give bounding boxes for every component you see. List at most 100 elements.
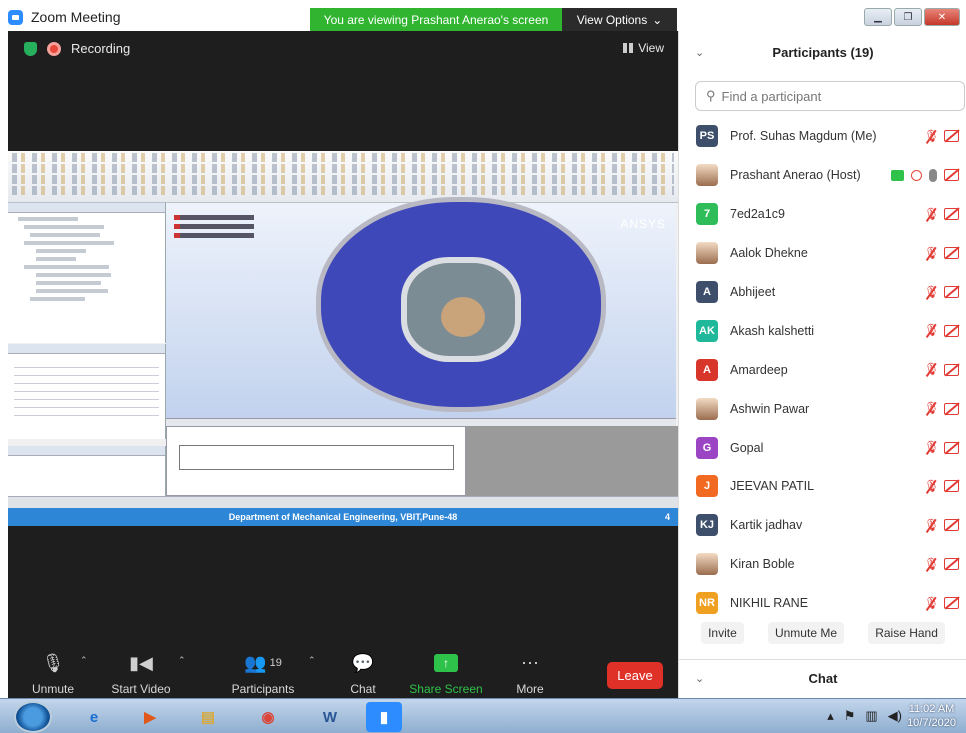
tray-expand-icon[interactable]: ▴ bbox=[827, 708, 834, 724]
volume-icon[interactable]: ◀) bbox=[888, 708, 902, 724]
participant-row[interactable]: PS Prof. Suhas Magdum (Me) 🎙 bbox=[679, 117, 966, 156]
start-video-button[interactable]: ▮◀ ⌃ Start Video bbox=[108, 651, 185, 697]
participant-row[interactable]: Prashant Anerao (Host) bbox=[679, 156, 966, 195]
participant-row[interactable]: KJ Kartik jadhav 🎙 bbox=[679, 506, 966, 545]
meeting-controls: 🎙 ⌃ Unmute ▮◀ ⌃ Start Video 👥 19 ⌃ Partic… bbox=[8, 651, 678, 698]
screen-share-status-icon bbox=[891, 169, 904, 181]
chevron-up-icon[interactable]: ⌃ bbox=[308, 655, 316, 666]
avatar: NR bbox=[696, 592, 718, 615]
participant-name: Kiran Boble bbox=[730, 557, 795, 572]
more-button[interactable]: ⋯ More bbox=[510, 651, 550, 697]
date: 10/7/2020 bbox=[907, 717, 956, 729]
microphone-icon bbox=[929, 168, 937, 182]
avatar: KJ bbox=[696, 514, 718, 537]
close-button[interactable]: ✕ bbox=[924, 8, 960, 26]
invite-button[interactable]: Invite bbox=[701, 622, 744, 644]
tabular-data-pane bbox=[466, 426, 678, 496]
camera-off-icon bbox=[944, 519, 959, 532]
start-button[interactable] bbox=[14, 701, 52, 733]
recording-status-icon bbox=[911, 169, 922, 181]
unmute-button[interactable]: 🎙 ⌃ Unmute bbox=[28, 651, 88, 697]
avatar: J bbox=[696, 475, 718, 498]
share-screen-button[interactable]: ↑ Share Screen bbox=[408, 651, 484, 696]
participants-button[interactable]: 👥 19 ⌃ Participants bbox=[230, 651, 316, 697]
chat-panel-header[interactable]: ⌄ Chat bbox=[679, 659, 966, 697]
pump-model bbox=[316, 197, 606, 412]
flag-icon[interactable]: ⚑ bbox=[844, 708, 856, 724]
microphone-muted-icon: 🎙 bbox=[41, 652, 65, 673]
participant-name: Amardeep bbox=[730, 362, 788, 377]
avatar bbox=[696, 164, 718, 187]
start-video-label: Start Video bbox=[111, 682, 171, 696]
participant-row[interactable]: Ashwin Pawar 🎙 bbox=[679, 389, 966, 428]
participant-row[interactable]: NR NIKHIL RANE 🎙 bbox=[679, 584, 966, 623]
participant-row[interactable]: Kiran Boble 🎙 bbox=[679, 545, 966, 584]
raise-hand-button[interactable]: Raise Hand bbox=[868, 622, 945, 644]
chrome-icon[interactable]: ◉ bbox=[246, 702, 290, 732]
participants-icon: 👥 19 bbox=[244, 652, 282, 673]
camera-off-icon bbox=[944, 130, 959, 143]
network-icon[interactable]: ▥ bbox=[865, 708, 877, 724]
graph-pane bbox=[166, 426, 466, 496]
participants-panel: ⌄ Participants (19) ⚲ Find a participant P… bbox=[678, 31, 966, 698]
camera-off-icon bbox=[944, 247, 959, 260]
view-label: View bbox=[638, 41, 664, 55]
department-label: Department of Mechanical Engineering, VB… bbox=[228, 512, 458, 522]
participant-name: Akash kalshetti bbox=[730, 323, 815, 338]
encryption-shield-icon[interactable] bbox=[24, 41, 37, 56]
word-icon[interactable]: W bbox=[308, 702, 352, 732]
clock[interactable]: 11:02 AM 10/7/2020 bbox=[907, 702, 956, 730]
participant-row[interactable]: 7 7ed2a1c9 🎙 bbox=[679, 195, 966, 234]
participant-name: Prashant Anerao (Host) bbox=[730, 168, 861, 183]
participant-name: 7ed2a1c9 bbox=[730, 207, 785, 222]
maximize-button[interactable]: ❐ bbox=[894, 8, 922, 26]
participant-row[interactable]: G Gopal 🎙 bbox=[679, 428, 966, 467]
leave-button[interactable]: Leave bbox=[607, 662, 663, 689]
microphone-muted-icon: 🎙 bbox=[924, 245, 940, 260]
camera-off-icon bbox=[944, 169, 959, 182]
ansys-logo: ANSYS bbox=[620, 217, 666, 231]
avatar: A bbox=[696, 281, 718, 303]
window-title: Zoom Meeting bbox=[31, 9, 121, 25]
participant-row[interactable]: A Abhijeet 🎙 bbox=[679, 273, 966, 312]
search-input[interactable]: ⚲ Find a participant bbox=[695, 81, 965, 111]
search-icon: ⚲ bbox=[706, 88, 716, 103]
participant-row[interactable]: Aalok Dhekne 🎙 bbox=[679, 234, 966, 273]
recording-label: Recording bbox=[71, 41, 131, 56]
view-options-button[interactable]: View Options ⌄ bbox=[562, 8, 677, 31]
page-number: 4 bbox=[664, 512, 670, 522]
camera-off-icon bbox=[944, 363, 959, 376]
participant-row[interactable]: A Amardeep 🎙 bbox=[679, 350, 966, 389]
participant-row[interactable]: J JEEVAN PATIL 🎙 bbox=[679, 467, 966, 506]
zoom-logo-icon bbox=[8, 9, 23, 25]
grid-view-icon bbox=[623, 43, 634, 53]
collapse-chevron-icon[interactable]: ⌄ bbox=[695, 46, 704, 59]
chevron-up-icon[interactable]: ⌃ bbox=[178, 655, 186, 666]
chevron-up-icon[interactable]: ⌃ bbox=[80, 655, 88, 666]
microphone-muted-icon: 🎙 bbox=[924, 362, 940, 377]
windows-taskbar: e ▶ ▤ ◉ W ▮ ▴ ⚑ ▥ ◀) 11:02 AM 10/7/2020 bbox=[0, 698, 966, 733]
chat-button[interactable]: 💬 Chat bbox=[343, 651, 383, 697]
media-player-icon[interactable]: ▶ bbox=[128, 702, 172, 732]
participant-name: NIKHIL RANE bbox=[730, 596, 809, 611]
file-explorer-icon[interactable]: ▤ bbox=[186, 702, 230, 732]
minimize-button[interactable]: ▁ bbox=[864, 8, 892, 26]
microphone-muted-icon: 🎙 bbox=[924, 206, 940, 221]
collapse-chevron-icon[interactable]: ⌄ bbox=[695, 672, 704, 685]
avatar: A bbox=[696, 358, 718, 381]
avatar bbox=[696, 553, 718, 576]
microphone-muted-icon: 🎙 bbox=[924, 556, 940, 571]
participants-label: Participants bbox=[231, 682, 295, 696]
camera-off-icon: ▮◀ bbox=[129, 652, 153, 673]
camera-off-icon bbox=[944, 597, 959, 610]
share-screen-icon: ↑ bbox=[434, 654, 458, 672]
zoom-app-icon[interactable]: ▮ bbox=[366, 702, 402, 732]
internet-explorer-icon[interactable]: e bbox=[72, 702, 116, 732]
chat-title: Chat bbox=[808, 671, 838, 686]
panel-title: Participants (19) bbox=[772, 44, 874, 60]
participant-row[interactable]: AK Akash kalshetti 🎙 bbox=[679, 311, 966, 350]
view-button[interactable]: View bbox=[623, 41, 664, 55]
selection-pane bbox=[8, 446, 166, 496]
model-viewport: ANSYS bbox=[166, 197, 676, 418]
unmute-me-button[interactable]: Unmute Me bbox=[767, 622, 844, 644]
